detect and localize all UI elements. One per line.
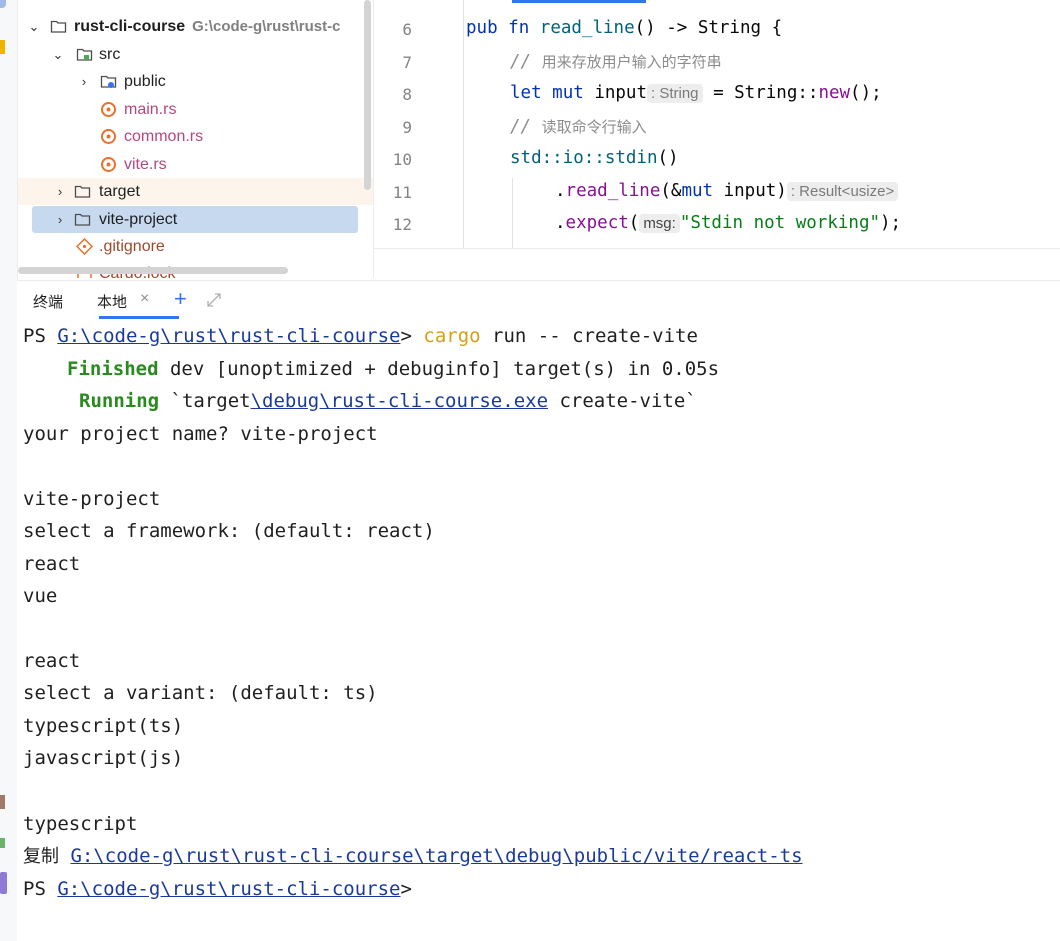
terminal-line: javascript(js) (23, 747, 184, 769)
terminal-line: typescript(ts) (23, 715, 184, 737)
tree-item-gitignore[interactable]: .gitignore (18, 233, 373, 260)
code-line-8: let mut input: String = String::new(); (510, 83, 882, 103)
tree-root-label: rust-cli-course G:\code-g\rust\rust-c (74, 18, 341, 35)
terminal-line-running: Running `target\debug\rust-cli-course.ex… (79, 390, 697, 412)
tree-item-common-rs[interactable]: common.rs (18, 123, 373, 150)
terminal-line-prompt: PS G:\code-g\rust\rust-cli-course> cargo… (23, 325, 698, 347)
type-hint-inlay: : String (647, 84, 703, 103)
return-type-hint-inlay: : Result<usize> (786, 182, 899, 201)
code-line-11: .read_line(&mut input): Result<usize> (555, 181, 899, 201)
bookmark-marker-icon[interactable] (0, 40, 5, 54)
folder-icon (74, 213, 91, 226)
indent-guide (463, 0, 464, 248)
tree-item-src[interactable]: ⌄ src (18, 41, 373, 68)
line-number-gutter: 6 7 8 9 10 11 12 (374, 0, 464, 248)
terminal-output[interactable]: PS G:\code-g\rust\rust-cli-course> cargo… (17, 320, 1060, 941)
plugin-marker-icon[interactable] (0, 872, 7, 894)
active-tab-indicator (99, 316, 179, 319)
terminal-line-prompt: PS G:\code-g\rust\rust-cli-course> (23, 878, 412, 900)
add-tab-icon[interactable]: + (174, 286, 187, 312)
tree-item-target[interactable]: › target (18, 178, 373, 205)
close-icon[interactable]: × (140, 290, 149, 308)
code-line-9: // 读取命令行输入 (510, 117, 647, 137)
git-marker-icon[interactable] (0, 838, 5, 848)
tree-horizontal-scrollbar[interactable] (18, 267, 288, 274)
parameter-hint-inlay: msg: (639, 214, 680, 233)
editor-divider (374, 248, 1060, 249)
terminal-line-copy: 复制 G:\code-g\rust\rust-cli-course\target… (23, 845, 803, 867)
terminal-line: vite-project (23, 488, 161, 510)
tree-item-main-rs[interactable]: main.rs (18, 96, 373, 123)
source-folder-icon (76, 48, 93, 61)
terminal-tab-bar: 终端 本地 × + (17, 280, 1060, 321)
code-line-7: // 用来存放用户输入的字符串 (510, 52, 722, 72)
path-link[interactable]: G:\code-g\rust\rust-cli-course (57, 878, 400, 900)
terminal-tool-title: 终端 (33, 294, 64, 311)
terminal-line: select a variant: (default: ts) (23, 682, 378, 704)
tool-window-icon[interactable] (0, 0, 6, 8)
exe-path-link[interactable]: \debug\rust-cli-course.exe (251, 390, 548, 412)
line-number: 6 (402, 20, 412, 39)
line-number: 12 (392, 215, 412, 234)
indent-guide (512, 178, 513, 248)
terminal-line: typescript (23, 813, 138, 835)
line-number: 8 (402, 85, 412, 104)
tree-vertical-scrollbar[interactable] (363, 0, 373, 190)
tab-local[interactable]: 本地 × (97, 281, 179, 319)
tree-item-vite-rs[interactable]: vite.rs (18, 151, 373, 178)
tab-local-label: 本地 (97, 294, 128, 311)
rust-file-icon (101, 129, 116, 144)
chevron-down-icon[interactable]: ⌄ (52, 41, 64, 68)
folder-icon (50, 20, 67, 33)
structure-marker-icon[interactable] (0, 795, 5, 809)
rust-file-icon (101, 102, 116, 117)
line-number: 9 (402, 118, 412, 137)
tree-root-path-hint: G:\code-g\rust\rust-c (192, 18, 341, 35)
tree-item-vite-project[interactable]: › vite-project (32, 206, 358, 233)
excluded-folder-icon (74, 185, 91, 198)
terminal-line: your project name? vite-project (23, 423, 378, 445)
terminal-line-finished: Finished dev [unoptimized + debuginfo] t… (67, 358, 720, 380)
chevron-right-icon[interactable]: › (54, 178, 66, 205)
rust-file-icon (101, 157, 116, 172)
active-editor-tab-indicator (512, 0, 646, 3)
terminal-line: select a framework: (default: react) (23, 520, 435, 542)
line-number: 11 (392, 183, 412, 202)
code-editor[interactable]: 6 7 8 9 10 11 12 pub fn read_line() -> S… (374, 0, 1060, 248)
tree-root-rust-cli-course[interactable]: ⌄ rust-cli-course G:\code-g\rust\rust-c (18, 13, 373, 40)
project-tree: ⌄ rust-cli-course G:\code-g\rust\rust-c ⌄… (18, 0, 374, 278)
terminal-line: react (23, 553, 81, 575)
chevron-down-icon[interactable]: ⌄ (28, 13, 40, 40)
left-tool-strip (0, 0, 18, 941)
code-line-10: std::io::stdin() (510, 148, 679, 168)
output-path-link[interactable]: G:\code-g\rust\rust-cli-course\target\de… (70, 845, 802, 867)
tree-item-public[interactable]: › public (18, 68, 373, 95)
code-line-12: .expect(msg: "Stdin not working"); (555, 213, 902, 233)
terminal-line: react (23, 650, 81, 672)
resource-folder-icon (100, 75, 117, 88)
code-line-6: pub fn read_line() -> String { (466, 18, 783, 38)
chevron-right-icon[interactable]: › (54, 206, 66, 233)
line-number: 7 (402, 53, 412, 72)
chevron-right-icon[interactable]: › (78, 68, 90, 95)
terminal-line: vue (23, 585, 58, 607)
path-link[interactable]: G:\code-g\rust\rust-cli-course (57, 325, 400, 347)
editor-tab-bar-remnant (374, 0, 1060, 3)
line-number: 10 (392, 150, 412, 169)
git-file-icon (76, 238, 93, 255)
expand-icon[interactable] (206, 292, 222, 308)
